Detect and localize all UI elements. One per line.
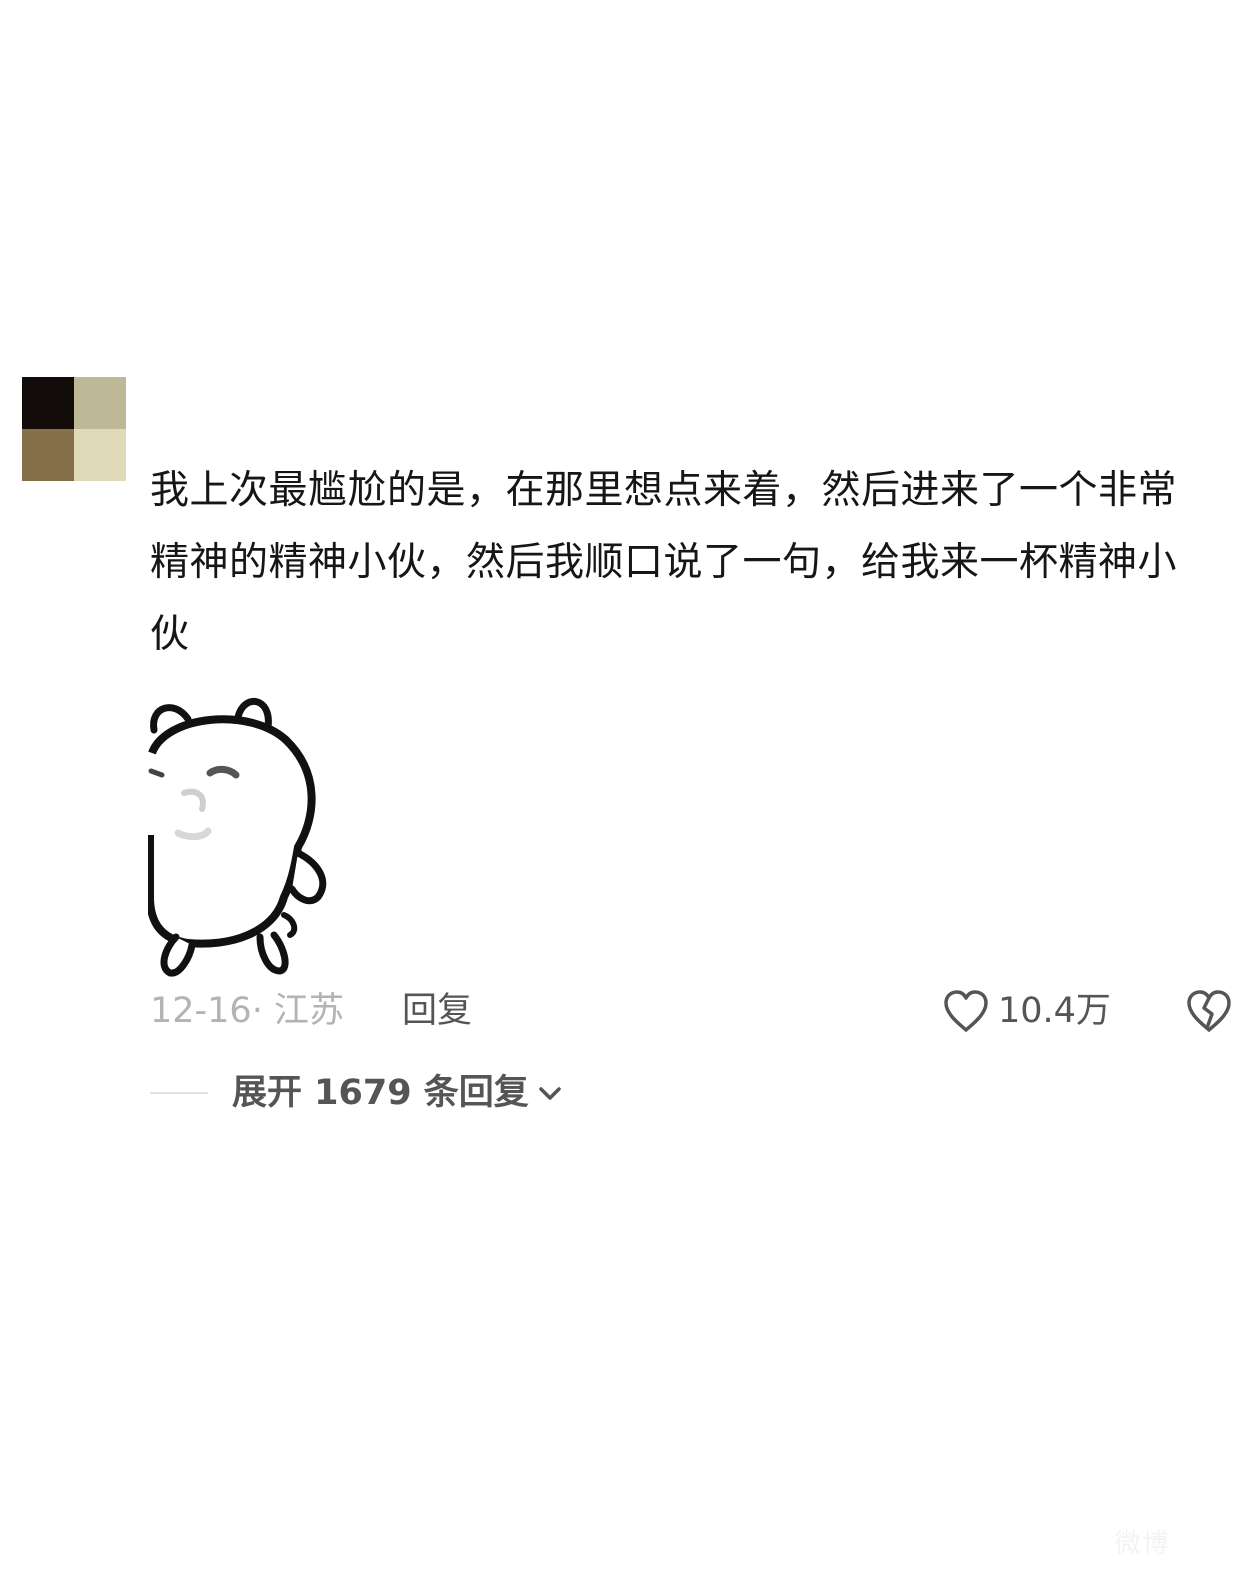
chevron-down-icon bbox=[539, 1087, 561, 1100]
avatar-tile bbox=[74, 377, 126, 429]
avatar-tile bbox=[22, 377, 74, 429]
watermark: 微博 bbox=[1114, 1528, 1171, 1559]
broken-heart-icon bbox=[1187, 990, 1231, 1032]
avatar[interactable] bbox=[22, 377, 126, 481]
reply-button[interactable]: 回复 bbox=[402, 986, 472, 1036]
white-bear-sticker[interactable] bbox=[146, 685, 338, 977]
comment-text: 我上次最尴尬的是，在那里想点来着，然后进来了一个非常精神的精神小伙，然后我顺口说… bbox=[150, 468, 1178, 657]
expand-replies-button[interactable]: 展开 1679 条回复 bbox=[150, 1068, 563, 1118]
bear-illustration bbox=[146, 698, 327, 977]
like-count: 10.4万 bbox=[998, 991, 1111, 1031]
avatar-tile bbox=[22, 429, 74, 481]
heart-outline-icon bbox=[944, 990, 988, 1032]
comment-date-location: 12-16· 江苏 bbox=[150, 991, 344, 1031]
avatar-tile bbox=[74, 429, 126, 481]
like-button[interactable]: 10.4万 bbox=[942, 986, 1111, 1036]
divider-line bbox=[150, 1092, 208, 1094]
dislike-button[interactable] bbox=[1185, 988, 1233, 1034]
expand-replies-label: 展开 1679 条回复 bbox=[232, 1073, 529, 1113]
comment-meta-row: 12-16· 江苏 回复 10.4万 bbox=[150, 986, 1233, 1036]
